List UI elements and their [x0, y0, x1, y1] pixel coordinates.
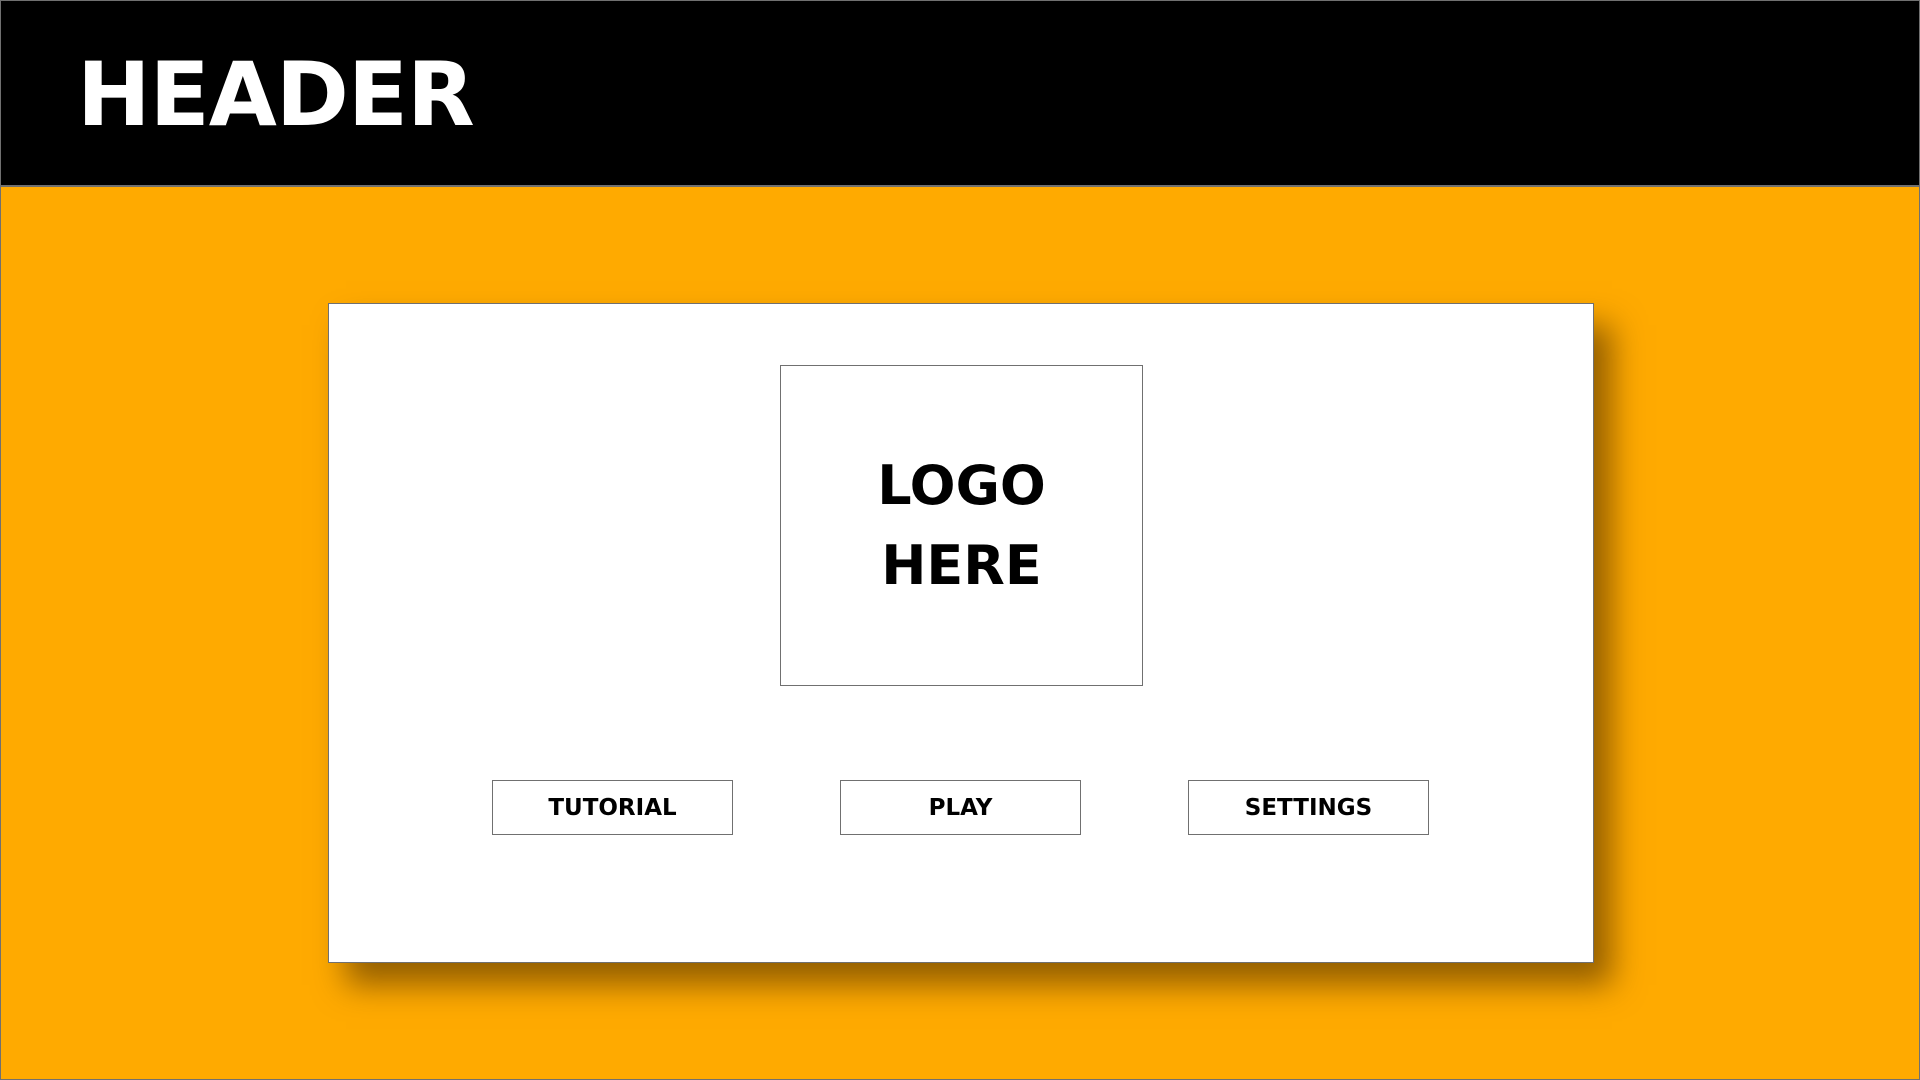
- logo-text-line: HERE: [881, 533, 1042, 597]
- header: HEADER: [1, 1, 1919, 187]
- logo-text-line: LOGO: [877, 453, 1046, 517]
- main-menu-card: LOGO HERE TUTORIAL PLAY SETTINGS: [328, 303, 1594, 963]
- play-button[interactable]: PLAY: [840, 780, 1081, 835]
- settings-button[interactable]: SETTINGS: [1188, 780, 1429, 835]
- logo-placeholder: LOGO HERE: [780, 365, 1143, 686]
- header-title: HEADER: [77, 43, 475, 146]
- tutorial-button[interactable]: TUTORIAL: [492, 780, 733, 835]
